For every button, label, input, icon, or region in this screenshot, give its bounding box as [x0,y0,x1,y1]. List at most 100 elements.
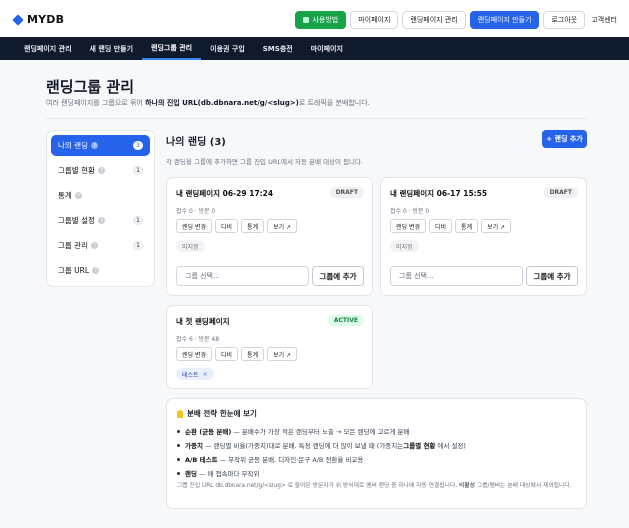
change-landing-button[interactable]: 랜딩 변경 [176,219,212,233]
logout-button[interactable]: 로그아웃 [543,11,586,29]
group-tag: 미지정 [390,240,419,252]
nav-new-landing[interactable]: 새 랜딩 만들기 [81,37,143,60]
add-to-group-button[interactable]: 그룹에 추가 [312,266,364,286]
strategy-desc: — 매 접속마다 무작위 [198,470,260,478]
landing-manage-button[interactable]: 랜딩페이지 관리 [402,11,466,29]
db-button[interactable]: 디비 [215,347,239,361]
strategy-desc-tail: 에서 설정) [437,442,466,450]
nav-landing-manage[interactable]: 랜딩페이지 관리 [15,37,81,60]
strategy-list: 순환 (균등 분배) — 분배수가 가장 적은 랜딩부터 노출 → 모든 랜딩에 … [177,424,466,480]
sidebar-item-label: 그룹 관리 [58,241,88,250]
sidebar-item-label: 그룹 URL [58,266,90,275]
landing-card-title: 내 랜딩페이지 06-29 17:24 [176,189,274,198]
status-badge: DRAFT [329,187,364,198]
view-button[interactable]: 보기 ↗ [481,219,512,233]
diamond-logo-icon [12,13,24,26]
view-button[interactable]: 보기 ↗ [267,347,298,361]
add-landing-button[interactable]: + 랜딩 추가 [542,130,587,148]
info-note-prefix: 그룹 진입 URL db.dbnara.net/g/<slug> 로 들어온 방… [177,483,460,489]
count-badge: 1 [133,241,143,250]
landing-card-title: 내 랜딩페이지 06-17 15:55 [390,189,488,198]
help-icon[interactable]: ? [90,242,98,249]
add-to-group-button[interactable]: 그룹에 추가 [526,266,578,286]
mypage-button[interactable]: 마이페이지 [350,11,399,29]
sidebar-item-label: 그룹별 현황 [58,166,95,175]
strategy-name: 가중치 [185,442,203,450]
page-subtitle-url: 하나의 진입 URL(db.dbnara.net/g/<slug>) [145,99,299,107]
landing-card: 내 랜딩페이지 06-17 15:55 DRAFT 접수 0 · 방문 0 랜딩… [380,177,587,296]
landing-card-actions: 랜딩 변경 디비 통계 보기 ↗ [176,219,298,233]
status-badge: ACTIVE [327,315,364,326]
brand-logo[interactable]: MYDB [12,13,65,26]
help-icon[interactable]: ? [74,192,82,199]
page-subtitle-suffix: 로 트래픽을 분배합니다. [298,99,370,107]
strategy-info-box: 분배 전략 한눈에 보기 순환 (균등 분배) — 분배수가 가장 적은 랜딩부터… [166,398,587,509]
info-title-text: 분배 전략 한눈에 보기 [187,409,257,418]
support-link[interactable]: 고객센터 [589,11,619,29]
db-button[interactable]: 디비 [429,219,453,233]
sidebar-item-group-manage[interactable]: 그룹 관리 ? 1 [51,235,150,256]
group-tag: 미지정 [176,240,205,252]
lightbulb-icon [177,409,183,418]
guide-button[interactable]: 사용방법 [295,11,347,29]
sidebar-item-group-url[interactable]: 그룹 URL ? [51,260,150,281]
guide-button-label: 사용방법 [312,16,339,24]
stats-button[interactable]: 통계 [241,347,265,361]
nav-mypage[interactable]: 마이페이지 [302,37,352,60]
group-tag-label: 테스트 [182,371,199,379]
strategy-desc: — 랜딩별 비율(가중치)대로 분배. 특정 랜딩에 더 많이 보낼 때 (가중… [204,442,404,450]
info-note-bold: 비활성 [459,483,476,489]
view-button[interactable]: 보기 ↗ [267,219,298,233]
info-title: 분배 전략 한눈에 보기 [177,408,257,419]
help-icon[interactable]: ? [92,267,100,274]
list-item: A/B 테스트 — 무작위 균등 분배. 디자인·문구 A/B 전환율 비교용 [177,452,466,466]
divider [46,118,587,119]
sidebar-item-group-settings[interactable]: 그룹별 설정 ? 1 [51,210,150,231]
landing-card-meta: 접수 0 · 방문 0 [390,208,430,215]
status-badge: DRAFT [543,187,578,198]
page-subtitle-prefix: 여러 랜딩페이지를 그룹으로 묶어 [46,99,146,107]
main-nav: 랜딩페이지 관리 새 랜딩 만들기 랜딩그룹 관리 이용권 구입 SMS충전 마… [0,37,629,60]
count-badge: 3 [133,141,143,150]
stats-button[interactable]: 통계 [241,219,265,233]
help-icon[interactable]: ? [97,217,105,224]
list-item: 랜딩 — 매 접속마다 무작위 [177,466,466,480]
sidebar-item-label: 나의 랜딩 [58,141,88,150]
sidebar-item-my-landing[interactable]: 나의 랜딩 ? 3 [51,135,150,156]
sidebar-item-stats[interactable]: 통계 ? [51,185,150,206]
help-icon[interactable]: ? [97,167,105,174]
info-note: 그룹 진입 URL db.dbnara.net/g/<slug> 로 들어온 방… [177,481,577,491]
strategy-name: A/B 테스트 [185,456,218,464]
landing-card: 내 랜딩페이지 06-29 17:24 DRAFT 접수 0 · 방문 0 랜딩… [166,177,373,296]
nav-buy-pass[interactable]: 이용권 구입 [201,37,254,60]
remove-tag-icon[interactable]: × [203,371,208,378]
count-badge: 1 [133,166,143,175]
landing-card-meta: 접수 6 · 방문 48 [176,336,220,343]
help-icon[interactable]: ? [90,142,98,149]
change-landing-button[interactable]: 랜딩 변경 [390,219,426,233]
group-select[interactable]: 그룹 선택... [176,266,309,286]
strategy-desc: — 분배수가 가장 적은 랜딩부터 노출 → 모든 랜딩에 고르게 분배 [233,428,410,436]
header-actions: 사용방법 마이페이지 랜딩페이지 관리 랜딩페이지 만들기 로그아웃 고객센터 [295,11,619,29]
db-button[interactable]: 디비 [215,219,239,233]
top-header: MYDB 사용방법 마이페이지 랜딩페이지 관리 랜딩페이지 만들기 로그아웃 … [0,0,629,37]
section-title: 나의 랜딩 (3) [166,137,226,148]
strategy-desc: — 무작위 균등 분배. 디자인·문구 A/B 전환율 비교용 [219,456,364,464]
change-landing-button[interactable]: 랜딩 변경 [176,347,212,361]
brand-name: MYDB [27,13,65,26]
sidebar-item-group-status[interactable]: 그룹별 현황 ? 1 [51,160,150,181]
sidebar: 나의 랜딩 ? 3 그룹별 현황 ? 1 통계 ? 그룹별 설정 ? 1 그룹 … [46,130,155,287]
create-landing-button[interactable]: 랜딩페이지 만들기 [469,11,540,29]
nav-sms-charge[interactable]: SMS충전 [254,37,302,60]
group-select[interactable]: 그룹 선택... [390,266,523,286]
info-note-suffix: 그룹/멤버는 분배 대상에서 제외됩니다. [475,483,572,489]
landing-card-actions: 랜딩 변경 디비 통계 보기 ↗ [176,347,298,361]
nav-landing-group[interactable]: 랜딩그룹 관리 [142,37,202,60]
group-tag: 테스트 × [176,368,214,380]
landing-card-title: 내 첫 랜딩페이지 [176,317,230,326]
landing-card-meta: 접수 0 · 방문 0 [176,208,216,215]
stats-button[interactable]: 통계 [455,219,479,233]
landing-card-actions: 랜딩 변경 디비 통계 보기 ↗ [390,219,512,233]
sidebar-item-label: 그룹별 설정 [58,216,95,225]
strategy-name: 순환 (균등 분배) [185,428,232,436]
